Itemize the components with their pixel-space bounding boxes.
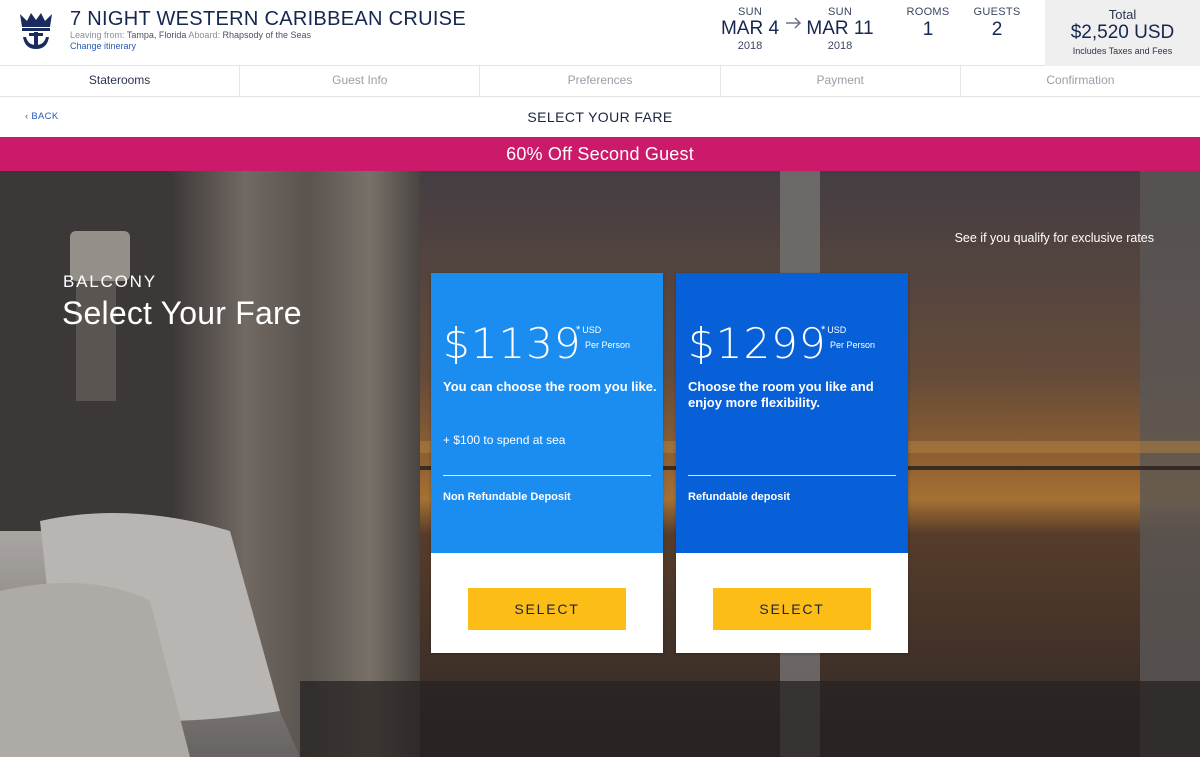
hero-section: BALCONY Select Your Fare See if you qual… — [0, 171, 1200, 757]
booking-steps: Staterooms Guest Info Preferences Paymen… — [0, 66, 1200, 97]
fare-price: $1139 — [443, 319, 582, 368]
hero-title: Select Your Fare — [62, 295, 302, 331]
departure-info: Leaving from: Tampa, Florida Aboard: Rha… — [70, 30, 311, 40]
select-fare-button[interactable]: SELECT — [468, 588, 626, 630]
start-date-dow: SUN — [737, 6, 763, 18]
ship-name: Rhapsody of the Seas — [222, 30, 312, 40]
fare-currency: USD — [582, 325, 602, 335]
step-preferences[interactable]: Preferences — [480, 66, 721, 96]
end-date-year: 2018 — [827, 40, 853, 52]
fare-deposit-type: Refundable deposit — [688, 491, 791, 503]
fare-price-meta: * USD Per Person — [576, 323, 630, 352]
start-date-year: 2018 — [737, 40, 763, 52]
step-staterooms[interactable]: Staterooms — [0, 66, 241, 96]
arrow-right-icon — [786, 17, 802, 29]
guests-count: GUESTS 2 — [962, 6, 1032, 41]
fare-description: You can choose the room you like. — [443, 379, 657, 394]
rooms-count: ROOMS 1 — [893, 6, 963, 41]
end-date-month-day: MAR 11 — [806, 18, 874, 39]
select-fare-button[interactable]: SELECT — [713, 588, 871, 630]
leaving-label: Leaving from: — [70, 30, 125, 40]
change-itinerary-link[interactable]: Change itinerary — [70, 41, 136, 51]
total-price-box: Total $2,520 USD Includes Taxes and Fees — [1045, 0, 1200, 66]
rooms-value: 1 — [922, 19, 934, 40]
start-date-month-day: MAR 4 — [720, 18, 780, 39]
start-date: SUN MAR 4 2018 — [715, 6, 785, 52]
fare-price-asterisk: * — [576, 324, 581, 336]
fare-divider — [443, 475, 651, 476]
fare-divider — [688, 475, 896, 476]
total-note: Includes Taxes and Fees — [1072, 46, 1173, 56]
step-confirmation[interactable]: Confirmation — [961, 66, 1200, 96]
fare-card-refundable: $1299 * USD Per Person Choose the room yo… — [676, 273, 908, 653]
rooms-label: ROOMS — [906, 6, 950, 18]
booking-header: 7 NIGHT WESTERN CARIBBEAN CRUISE Leaving… — [0, 0, 1200, 66]
fare-card-details: $1299 * USD Per Person Choose the room yo… — [676, 273, 908, 553]
sub-bar: ‹ BACK SELECT YOUR FARE — [0, 97, 1200, 137]
end-date-dow: SUN — [827, 6, 853, 18]
leaving-port: Tampa, Florida — [126, 30, 187, 40]
fare-currency: USD — [827, 325, 847, 335]
fare-price: $1299 — [688, 319, 827, 368]
fare-per-person: Per Person — [585, 340, 631, 350]
fare-price-meta: * USD Per Person — [821, 323, 875, 352]
page-heading: SELECT YOUR FARE — [527, 109, 673, 125]
fare-card-details: $1139 * USD Per Person You can choose the… — [431, 273, 663, 553]
total-amount: $2,520 USD — [1070, 22, 1175, 43]
fare-perk: + $100 to spend at sea — [443, 433, 566, 447]
step-guest-info[interactable]: Guest Info — [240, 66, 481, 96]
end-date: SUN MAR 11 2018 — [805, 6, 875, 52]
fare-card-non-refundable: $1139 * USD Per Person You can choose the… — [431, 273, 663, 653]
cruise-title: 7 NIGHT WESTERN CARIBBEAN CRUISE — [70, 8, 466, 30]
fare-price-asterisk: * — [821, 324, 826, 336]
stateroom-category: BALCONY — [63, 272, 157, 291]
promo-banner: 60% Off Second Guest — [0, 137, 1200, 171]
fare-description: Choose the room you like and enjoy more … — [688, 379, 874, 410]
guests-label: GUESTS — [973, 6, 1021, 18]
fare-per-person: Per Person — [830, 340, 876, 350]
step-payment[interactable]: Payment — [721, 66, 961, 96]
aboard-label: Aboard: — [188, 30, 220, 40]
exclusive-rates-link[interactable]: See if you qualify for exclusive rates — [955, 231, 1154, 245]
fare-deposit-type: Non Refundable Deposit — [443, 491, 571, 503]
guests-value: 2 — [991, 19, 1003, 40]
crown-anchor-logo[interactable] — [17, 11, 55, 53]
total-label: Total — [1108, 7, 1137, 22]
